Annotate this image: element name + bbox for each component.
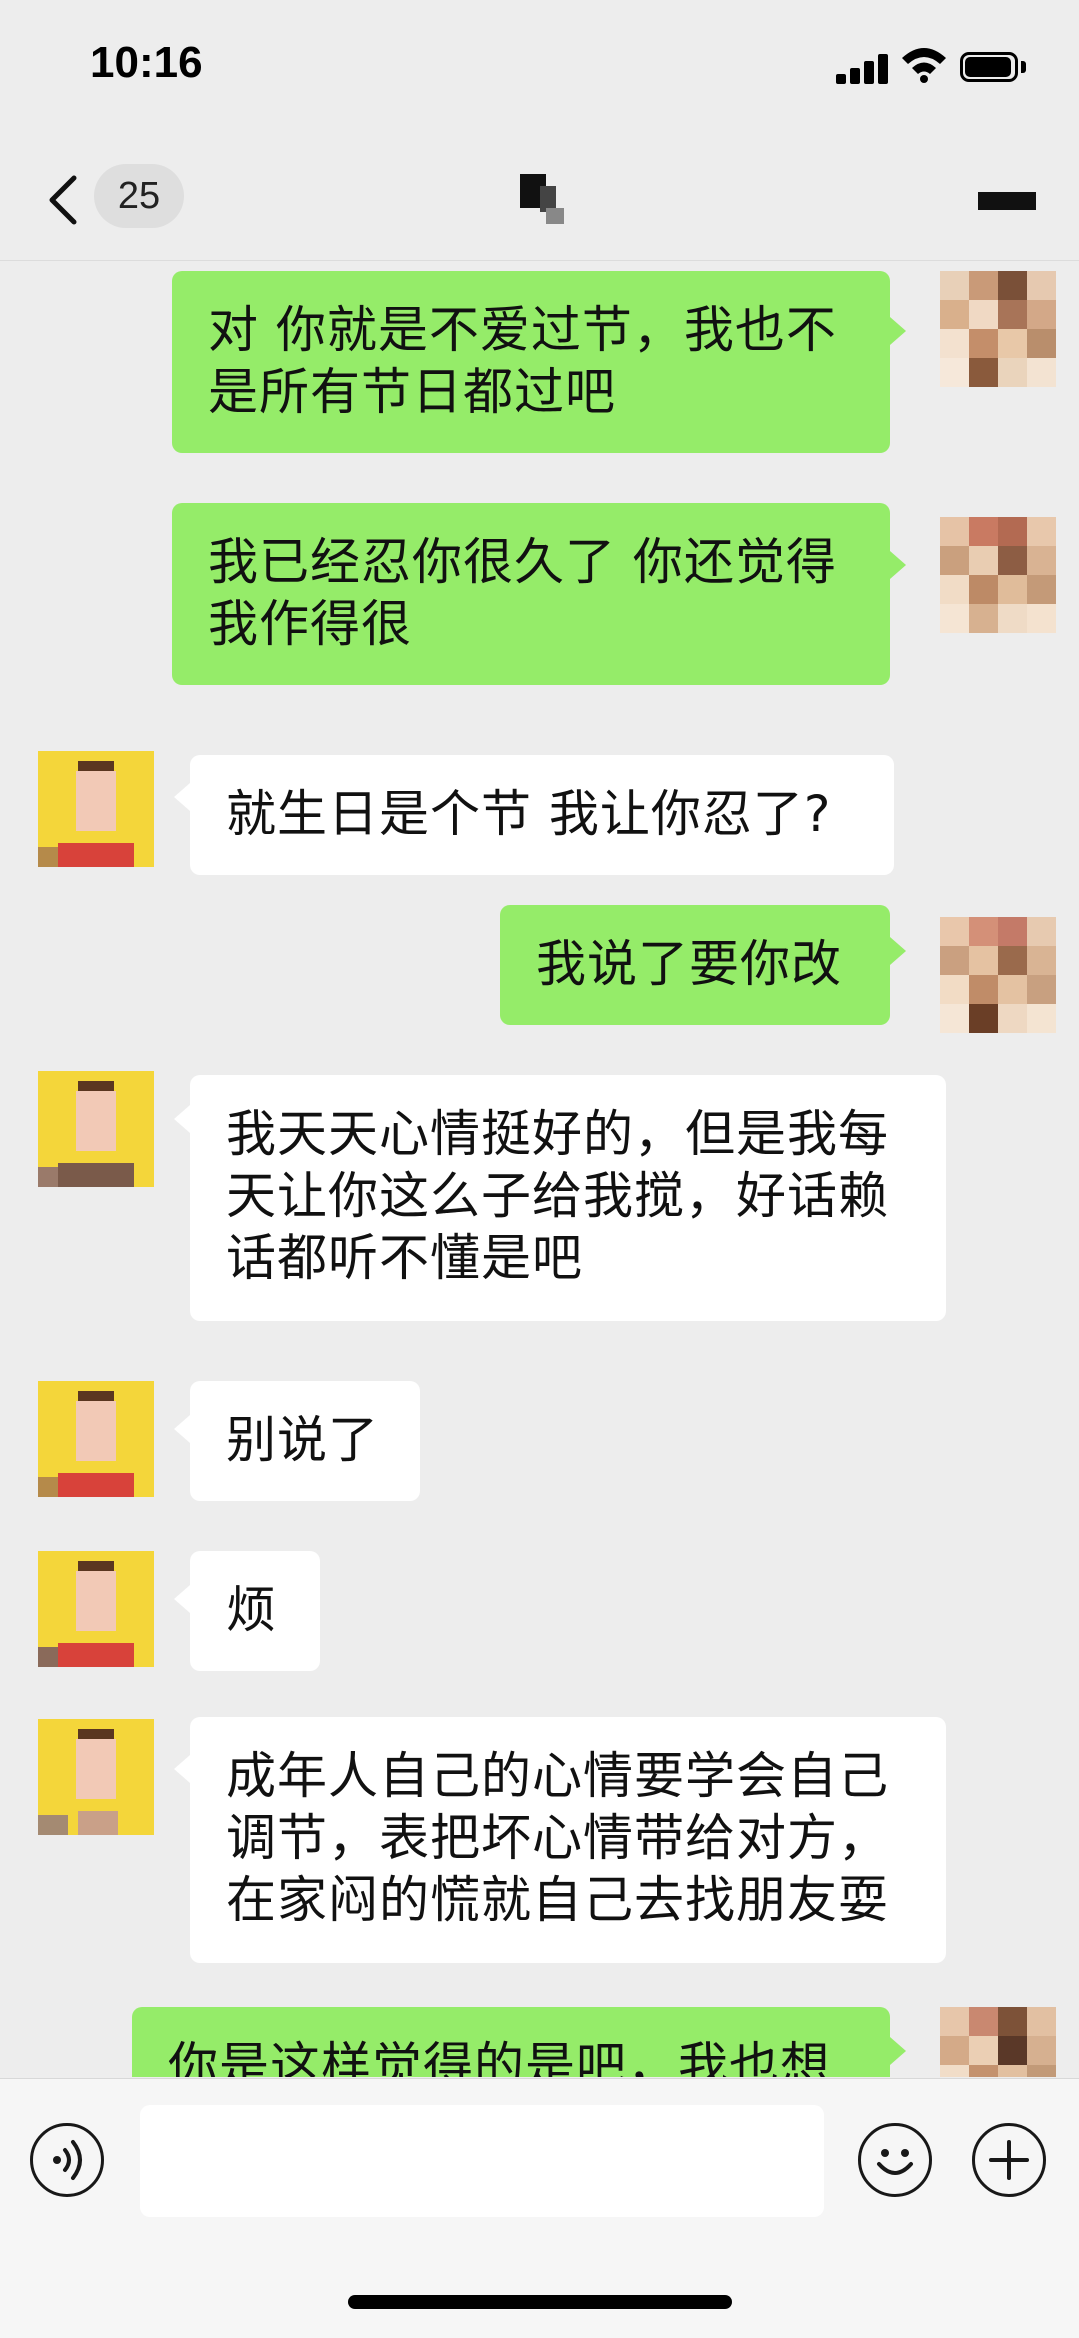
message-input-bar [0, 2078, 1079, 2338]
more-icon[interactable] [978, 192, 1036, 210]
bubble-tail [890, 317, 906, 345]
my-avatar[interactable] [940, 271, 1056, 387]
my-avatar[interactable] [940, 517, 1056, 633]
bubble-tail [890, 937, 906, 965]
voice-icon[interactable] [30, 2123, 104, 2197]
status-bar: 10:16 [0, 0, 1079, 140]
message-text-field[interactable] [140, 2105, 824, 2217]
bubble-tail [174, 1105, 190, 1133]
status-time: 10:16 [90, 38, 203, 87]
chat-message-list: 对 你就是不爱过节，我也不 是所有节日都过吧 我已经忍你很久了 你还觉得 我作得… [0, 261, 1079, 2077]
message-row: 我说了要你改 [0, 901, 1079, 1061]
message-bubble-received[interactable]: 别说了 [190, 1381, 420, 1501]
chevron-left-icon[interactable] [44, 170, 84, 230]
bubble-tail [890, 2037, 906, 2065]
unread-count-badge[interactable]: 25 [94, 164, 184, 228]
contact-avatar[interactable] [38, 751, 154, 867]
message-bubble-received[interactable]: 我天天心情挺好的，但是我每 天让你这么子给我搅，好话赖 话都听不懂是吧 [190, 1075, 946, 1321]
my-avatar[interactable] [940, 917, 1056, 1033]
bubble-tail [174, 783, 190, 811]
emoji-icon[interactable] [858, 2123, 932, 2197]
message-row: 烦 [0, 1541, 1079, 1681]
cellular-signal-icon [836, 52, 890, 84]
home-indicator[interactable] [348, 2295, 732, 2309]
plus-icon[interactable] [972, 2123, 1046, 2197]
message-row: 别说了 [0, 1371, 1079, 1511]
battery-icon [960, 52, 1030, 84]
message-bubble-sent[interactable]: 我说了要你改 [500, 905, 890, 1025]
wifi-icon [902, 48, 946, 83]
contact-avatar[interactable] [38, 1071, 154, 1187]
my-avatar[interactable] [940, 2007, 1056, 2077]
message-row: 你是这样觉得的是吧，我也想 [0, 2007, 1079, 2077]
bubble-tail [174, 1585, 190, 1613]
message-bubble-received[interactable]: 烦 [190, 1551, 320, 1671]
message-bubble-sent[interactable]: 我已经忍你很久了 你还觉得 我作得很 [172, 503, 890, 685]
message-bubble-received[interactable]: 就生日是个节 我让你忍了? [190, 755, 894, 875]
chat-header: 25 [0, 140, 1079, 261]
bubble-tail [174, 1415, 190, 1443]
bubble-tail [174, 1755, 190, 1783]
contact-avatar[interactable] [38, 1381, 154, 1497]
contact-avatar[interactable] [38, 1551, 154, 1667]
message-row: 我天天心情挺好的，但是我每 天让你这么子给我搅，好话赖 话都听不懂是吧 [0, 1071, 1079, 1321]
contact-avatar[interactable] [38, 1719, 154, 1835]
message-bubble-sent[interactable]: 你是这样觉得的是吧，我也想 [132, 2007, 890, 2077]
message-row: 成年人自己的心情要学会自己 调节，表把坏心情带给对方， 在家闷的慌就自己去找朋友… [0, 1711, 1079, 1981]
message-row: 就生日是个节 我让你忍了? [0, 721, 1079, 875]
message-row: 我已经忍你很久了 你还觉得 我作得很 [0, 461, 1079, 761]
message-bubble-received[interactable]: 成年人自己的心情要学会自己 调节，表把坏心情带给对方， 在家闷的慌就自己去找朋友… [190, 1717, 946, 1963]
message-row: 对 你就是不爱过节，我也不 是所有节日都过吧 [0, 261, 1079, 461]
bubble-tail [890, 551, 906, 579]
chat-title-redacted [520, 174, 576, 230]
message-bubble-sent[interactable]: 对 你就是不爱过节，我也不 是所有节日都过吧 [172, 271, 890, 453]
